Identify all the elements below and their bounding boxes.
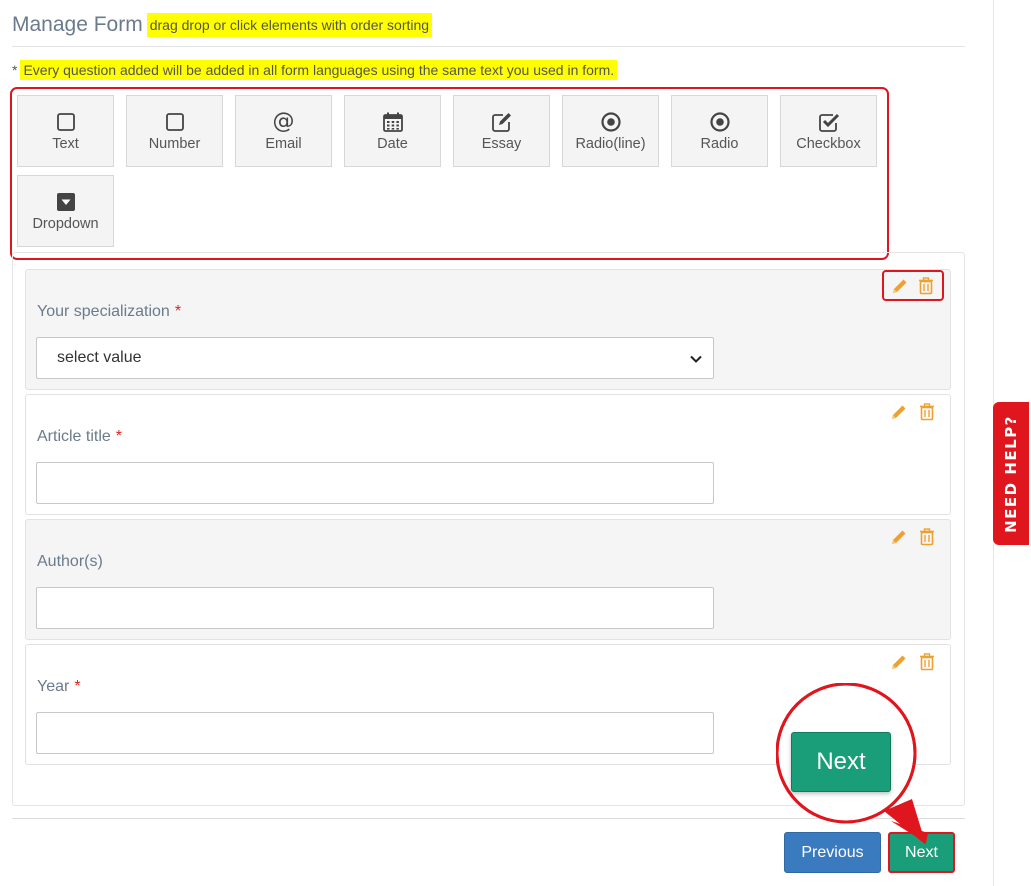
divider (12, 46, 965, 47)
checkbox-icon (818, 111, 840, 133)
trash-icon[interactable] (917, 652, 937, 672)
question-label-text: Author(s) (37, 553, 103, 570)
calendar-icon (382, 111, 404, 133)
palette-item-text[interactable]: Text (17, 95, 114, 167)
question-label: Your specialization * (37, 303, 181, 321)
edit-box-icon (491, 111, 513, 133)
palette-item-checkbox[interactable]: Checkbox (780, 95, 877, 167)
page-title: Manage Form (12, 13, 143, 36)
palette-item-radio[interactable]: Radio (671, 95, 768, 167)
year-input[interactable] (36, 712, 714, 754)
palette-item-label: Email (265, 135, 302, 152)
previous-button[interactable]: Previous (784, 832, 881, 873)
notice-asterisk: * (12, 62, 18, 78)
question-actions (882, 270, 944, 301)
edit-pencil-icon[interactable] (890, 276, 910, 296)
title-hint: drag drop or click elements with order s… (146, 13, 433, 37)
header: Manage Form drag drop or click elements … (12, 10, 433, 40)
required-asterisk: * (74, 678, 81, 695)
main-panel: Manage Form drag drop or click elements … (0, 0, 993, 886)
trash-icon[interactable] (917, 527, 937, 547)
edit-pencil-icon[interactable] (889, 652, 909, 672)
question-label-text: Article title (37, 428, 111, 445)
edit-pencil-icon[interactable] (889, 402, 909, 422)
question-card[interactable]: Article title * (25, 394, 951, 515)
select-value: select value (57, 349, 142, 366)
need-help-tab[interactable]: NEED HELP? (993, 402, 1029, 545)
palette-item-label: Date (377, 135, 408, 152)
authors-input[interactable] (36, 587, 714, 629)
at-icon: @ (272, 108, 295, 134)
question-label: Article title * (37, 428, 122, 446)
palette-item-label: Dropdown (32, 215, 99, 232)
question-card[interactable]: Author(s) (25, 519, 951, 640)
palette-item-email[interactable]: @ Email (235, 95, 332, 167)
question-label-text: Your specialization (37, 303, 170, 320)
question-actions (882, 521, 944, 552)
dropdown-icon (55, 191, 77, 213)
edit-pencil-icon[interactable] (889, 527, 909, 547)
need-help-label: NEED HELP? (1002, 414, 1020, 533)
palette-item-label: Checkbox (796, 135, 861, 152)
square-icon (55, 111, 77, 133)
palette-item-label: Essay (481, 135, 522, 152)
trash-icon[interactable] (917, 402, 937, 422)
palette-item-label: Radio(line) (575, 135, 646, 152)
palette-item-label: Radio (700, 135, 739, 152)
question-label: Year * (37, 678, 81, 696)
question-card[interactable]: Your specialization * select value (25, 269, 951, 390)
palette-item-dropdown[interactable]: Dropdown (17, 175, 114, 247)
required-asterisk: * (115, 428, 123, 445)
trash-icon[interactable] (916, 276, 936, 296)
radio-icon (600, 111, 622, 133)
notice-text: Every question added will be added in al… (20, 60, 618, 80)
question-label: Author(s) (37, 553, 108, 571)
palette-item-essay[interactable]: Essay (453, 95, 550, 167)
element-palette: Text Number @ Email Date Essay Radio(lin… (10, 87, 889, 260)
square-icon (164, 111, 186, 133)
radio-icon (709, 111, 731, 133)
next-button[interactable]: Next (888, 832, 955, 873)
palette-item-label: Text (52, 135, 79, 152)
required-asterisk: * (174, 303, 182, 320)
zoomed-next-button: Next (791, 732, 891, 792)
specialization-select[interactable]: select value (36, 337, 714, 379)
article-title-input[interactable] (36, 462, 714, 504)
question-label-text: Year (37, 678, 70, 695)
palette-item-number[interactable]: Number (126, 95, 223, 167)
chevron-down-icon (689, 352, 703, 371)
divider (12, 818, 965, 819)
palette-item-label: Number (148, 135, 201, 152)
question-actions (882, 646, 944, 677)
palette-item-date[interactable]: Date (344, 95, 441, 167)
palette-item-radio-line[interactable]: Radio(line) (562, 95, 659, 167)
question-actions (882, 396, 944, 427)
notice: * Every question added will be added in … (12, 60, 618, 80)
